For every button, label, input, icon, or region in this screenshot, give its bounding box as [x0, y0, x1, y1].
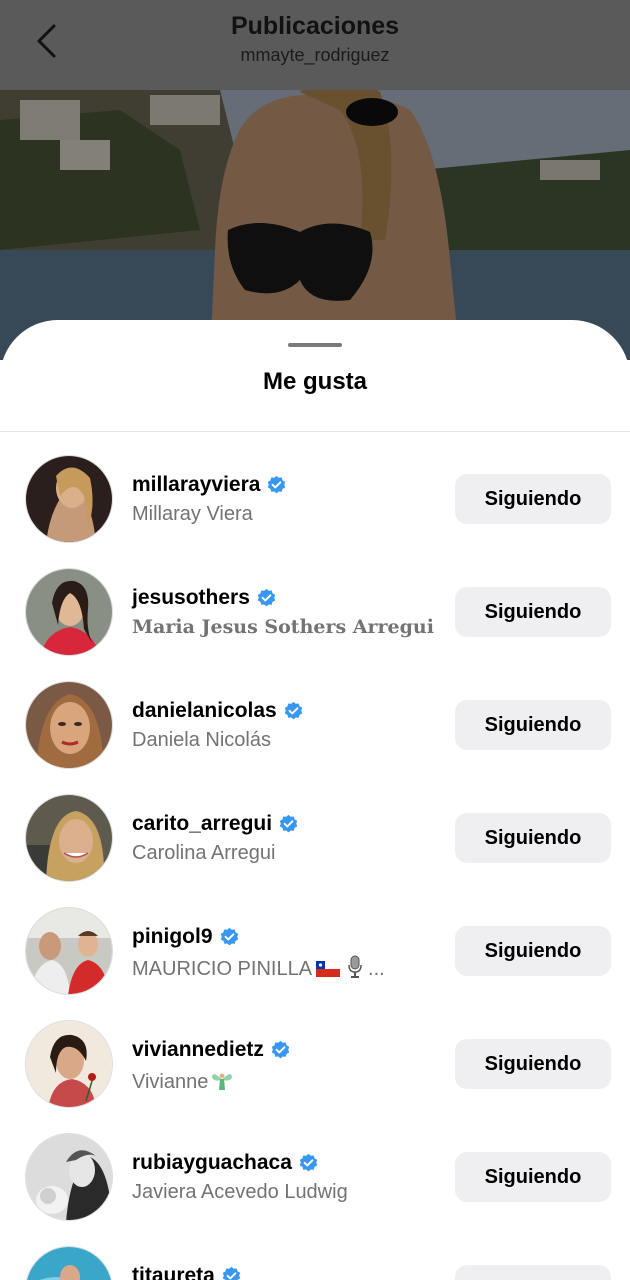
top-navigation-bar: Publicaciones mmayte_rodriguez [0, 0, 630, 90]
following-button[interactable]: Siguiendo [455, 1265, 611, 1280]
following-button[interactable]: Siguiendo [455, 700, 611, 750]
username[interactable]: jesusothers [132, 586, 250, 610]
avatar[interactable] [25, 907, 113, 995]
avatar[interactable] [25, 794, 113, 882]
username-line: carito_arregui [132, 811, 299, 837]
username[interactable]: carito_arregui [132, 812, 272, 836]
username[interactable]: viviannedietz [132, 1038, 264, 1062]
full-name-text: MAURICIO PINILLA [132, 958, 313, 980]
full-name: Daniela Nicolás [132, 729, 271, 751]
sheet-title: Me gusta [262, 368, 367, 395]
microphone-icon [346, 955, 364, 979]
list-item[interactable]: millarayviera Millaray Viera Siguiendo [0, 432, 630, 545]
verified-badge-icon [270, 1040, 291, 1061]
following-button[interactable]: Siguiendo [455, 474, 611, 524]
username-line: rubiayguachaca [132, 1150, 319, 1176]
list-item[interactable]: viviannedietz Vivianne Siguiendo [0, 997, 630, 1110]
username-line: viviannedietz [132, 1037, 291, 1063]
following-button[interactable]: Siguiendo [455, 926, 611, 976]
verified-badge-icon [221, 1266, 242, 1280]
following-button[interactable]: Siguiendo [455, 813, 611, 863]
full-name: Millaray Viera [132, 503, 253, 525]
username[interactable]: millarayviera [132, 473, 260, 497]
fairy-icon [210, 1068, 234, 1092]
full-name-text: Vivianne [132, 1071, 209, 1093]
avatar[interactable] [25, 455, 113, 543]
avatar[interactable] [25, 1133, 113, 1221]
full-name-ellipsis: ... [368, 958, 385, 980]
full-name: Vivianne [132, 1068, 234, 1094]
full-name: Javiera Acevedo Ludwig [132, 1181, 348, 1203]
list-item[interactable]: danielanicolas Daniela Nicolás Siguiendo [0, 658, 630, 771]
verified-badge-icon [256, 588, 277, 609]
verified-badge-icon [283, 701, 304, 722]
page-title: Publicaciones [230, 12, 400, 40]
username-line: danielanicolas [132, 698, 304, 724]
avatar[interactable] [25, 568, 113, 656]
following-button[interactable]: Siguiendo [455, 1039, 611, 1089]
sheet-drag-handle[interactable] [288, 343, 342, 347]
username[interactable]: pinigol9 [132, 925, 213, 949]
verified-badge-icon [298, 1153, 319, 1174]
full-name: Maria Jesus Sothers Arregui [132, 616, 434, 638]
username-line: millarayviera [132, 472, 287, 498]
likers-list: millarayviera Millaray Viera Siguiendo j… [0, 432, 630, 1280]
username-line: jesusothers [132, 585, 277, 611]
chile-flag-icon [315, 960, 341, 977]
avatar[interactable] [25, 1246, 113, 1280]
full-name: Carolina Arregui [132, 842, 276, 864]
likes-bottom-sheet: Me gusta millarayviera Millaray Viera Si… [0, 320, 630, 1280]
verified-badge-icon [266, 475, 287, 496]
list-item[interactable]: carito_arregui Carolina Arregui Siguiend… [0, 771, 630, 884]
full-name: MAURICIO PINILLA... [132, 955, 385, 981]
verified-badge-icon [219, 927, 240, 948]
list-item[interactable]: jesusothers Maria Jesus Sothers Arregui … [0, 545, 630, 658]
following-button[interactable]: Siguiendo [455, 1152, 611, 1202]
username[interactable]: titaureta [132, 1264, 215, 1280]
list-item[interactable]: pinigol9 MAURICIO PINILLA... Siguiendo [0, 884, 630, 997]
verified-badge-icon [278, 814, 299, 835]
following-button[interactable]: Siguiendo [455, 587, 611, 637]
username[interactable]: danielanicolas [132, 699, 277, 723]
username[interactable]: rubiayguachaca [132, 1151, 292, 1175]
page-subtitle: mmayte_rodriguez [240, 45, 390, 65]
list-item[interactable]: titaureta Siguiendo [0, 1223, 630, 1280]
list-item[interactable]: rubiayguachaca Javiera Acevedo Ludwig Si… [0, 1110, 630, 1223]
avatar[interactable] [25, 1020, 113, 1108]
username-line: titaureta [132, 1263, 242, 1280]
avatar[interactable] [25, 681, 113, 769]
username-line: pinigol9 [132, 924, 240, 950]
